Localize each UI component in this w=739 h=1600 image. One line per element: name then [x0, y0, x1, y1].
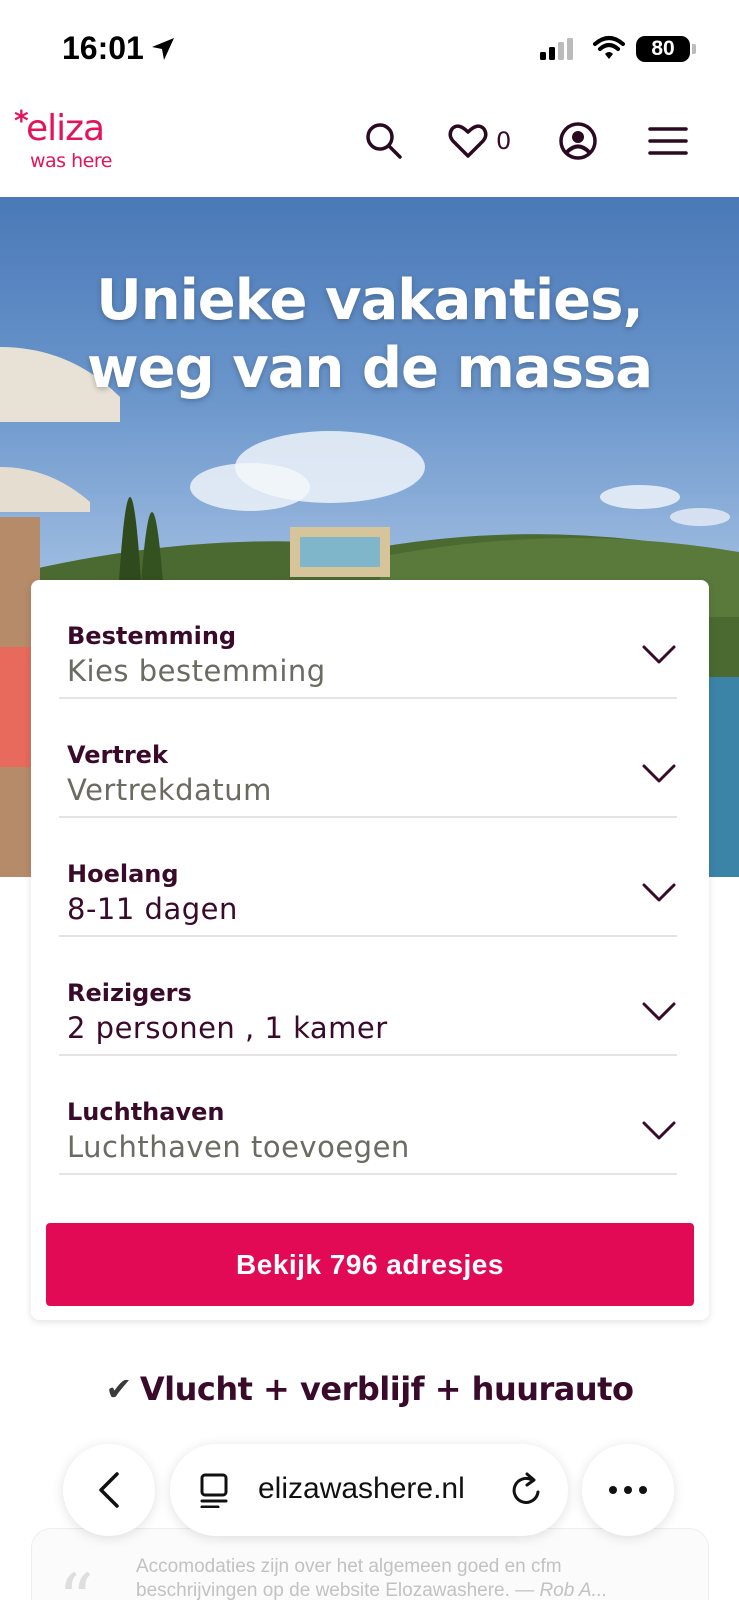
- chevron-down-icon: [642, 883, 676, 902]
- feature-tagline: ✔ Vlucht + verblijf + huurauto: [0, 1370, 739, 1408]
- hero-title: Unieke vakanties, weg van de massa: [0, 267, 739, 403]
- review-author: Rob A...: [539, 1580, 608, 1600]
- field-value: Kies bestemming: [67, 654, 326, 688]
- chevron-down-icon: [642, 645, 676, 664]
- logo-tagline: was here: [30, 150, 112, 172]
- heart-icon: [448, 124, 488, 158]
- account-button[interactable]: [558, 118, 604, 164]
- field-value: Vertrekdatum: [67, 773, 272, 807]
- site-header: * eliza was here 0: [0, 100, 739, 197]
- browser-toolbar: elizawashere.nl: [0, 1444, 739, 1539]
- field-label: Luchthaven: [67, 1098, 225, 1126]
- search-icon: [366, 123, 402, 159]
- destination-field[interactable]: Bestemming Kies bestemming: [59, 580, 677, 699]
- browser-back-button[interactable]: [63, 1444, 155, 1536]
- travelers-field[interactable]: Reizigers 2 personen , 1 kamer: [59, 937, 677, 1056]
- field-label: Vertrek: [67, 741, 168, 769]
- airport-field[interactable]: Luchthaven Luchthaven toevoegen: [59, 1056, 677, 1175]
- logo-wordmark: eliza: [26, 108, 105, 149]
- chevron-down-icon: [642, 764, 676, 783]
- field-value: 8-11 dagen: [67, 892, 238, 926]
- quote-icon: “: [58, 1559, 94, 1600]
- url-text: elizawashere.nl: [258, 1472, 465, 1505]
- wifi-icon: [593, 36, 625, 59]
- hero-title-line2: weg van de massa: [86, 336, 653, 401]
- battery-nub: [692, 44, 696, 54]
- more-dots-icon: [609, 1486, 647, 1494]
- field-label: Reizigers: [67, 979, 192, 1007]
- battery-indicator: 80: [636, 36, 690, 62]
- eliza-logo[interactable]: * eliza was here: [14, 104, 144, 176]
- search-form-card: Bestemming Kies bestemming Vertrek Vertr…: [31, 580, 709, 1320]
- menu-button[interactable]: [648, 118, 694, 164]
- status-bar: 16:01 80: [0, 0, 739, 100]
- location-arrow-icon: [152, 38, 174, 60]
- departure-field[interactable]: Vertrek Vertrekdatum: [59, 699, 677, 818]
- reload-icon[interactable]: [510, 1472, 544, 1508]
- field-label: Hoelang: [67, 860, 179, 888]
- review-text: Accomodaties zijn over het algemeen goed…: [136, 1555, 636, 1600]
- favorites-button[interactable]: 0: [448, 118, 528, 164]
- hero-title-line1: Unieke vakanties,: [96, 268, 643, 333]
- field-value: 2 personen , 1 kamer: [67, 1011, 388, 1045]
- reader-tab-icon: [200, 1473, 228, 1508]
- browser-more-button[interactable]: [582, 1444, 674, 1536]
- chevron-down-icon: [642, 1121, 676, 1140]
- favorites-count: 0: [496, 127, 512, 155]
- duration-field[interactable]: Hoelang 8-11 dagen: [59, 818, 677, 937]
- user-account-icon: [559, 122, 597, 160]
- view-addresses-button[interactable]: Bekijk 796 adresjes: [46, 1223, 694, 1306]
- search-button[interactable]: [364, 118, 412, 164]
- chevron-left-icon: [99, 1472, 119, 1508]
- status-time: 16:01: [62, 30, 144, 66]
- chevron-down-icon: [642, 1002, 676, 1021]
- field-label: Bestemming: [67, 622, 237, 650]
- address-bar[interactable]: elizawashere.nl: [170, 1444, 568, 1536]
- field-value: Luchthaven toevoegen: [67, 1130, 410, 1164]
- feature-text: Vlucht + verblijf + huurauto: [139, 1370, 634, 1408]
- checkmark-icon: ✔: [105, 1370, 133, 1408]
- cellular-signal-icon: [540, 38, 573, 60]
- review-body: Accomodaties zijn over het algemeen goed…: [136, 1556, 562, 1600]
- hamburger-menu-icon: [648, 127, 688, 155]
